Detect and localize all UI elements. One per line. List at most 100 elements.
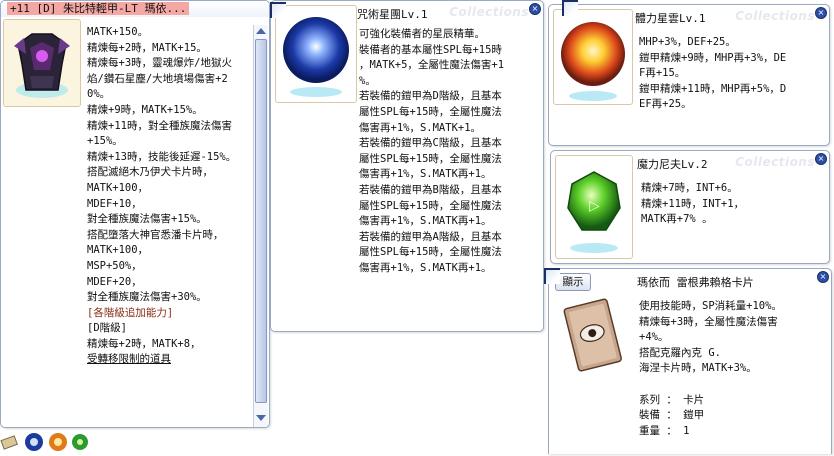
show-button[interactable]: 顯示 bbox=[555, 273, 591, 291]
desc-line: 裝備者的基本屬性SPL每+15時 bbox=[359, 43, 502, 56]
desc-line: 鎧甲精煉+11時，MHP再+5%，D bbox=[639, 82, 787, 95]
svg-text:▷: ▷ bbox=[589, 198, 600, 214]
item-description: MATK+150。 精煉每+2時，MATK+15。 精煉每+3時，靈魂爆炸/地獄… bbox=[87, 25, 253, 368]
desc-line: MATK+150。 bbox=[87, 26, 149, 38]
gem-illustration: ▷ bbox=[555, 155, 633, 259]
desc-line: 傷害再+1%，S.MATK再+1。 bbox=[359, 215, 492, 228]
card-illustration bbox=[557, 293, 629, 379]
scroll-up-arrow[interactable] bbox=[256, 28, 266, 34]
scroll-thumb[interactable] bbox=[255, 39, 267, 403]
window-title: 體力星雲Lv.1 bbox=[635, 12, 706, 25]
desc-line: 精煉+9時，MATK+15%。 bbox=[87, 103, 203, 116]
desc-line: 精煉每+2時，MATK+15。 bbox=[87, 41, 207, 54]
desc-line: 精煉每+3時，靈魂爆炸/地獄火 bbox=[87, 57, 232, 70]
window-title: 咒術星團Lv.1 bbox=[357, 8, 428, 21]
window-corner-tab bbox=[544, 268, 560, 284]
desc-line: 精煉每+3時，全屬性魔法傷害 bbox=[639, 315, 778, 328]
item-description: 使用技能時，SP消耗量+10%。 精煉每+3時，全屬性魔法傷害 +4%。 搭配克… bbox=[639, 299, 825, 439]
armor-illustration bbox=[3, 19, 81, 107]
desc-line: 對全種族魔法傷害+30%。 bbox=[87, 291, 207, 304]
desc-line: 精煉+7時，INT+6。 bbox=[641, 182, 738, 194]
desc-line: MHP+3%，DEF+25。 bbox=[639, 36, 736, 48]
orange-nebula-icon bbox=[561, 22, 625, 101]
item-description: 可強化裝備者的星辰精華。 裝備者的基本屬性SPL每+15時 ，MATK+5，全屬… bbox=[359, 27, 537, 277]
desc-line: 精煉+11時，INT+1， bbox=[641, 197, 745, 210]
window-title-bar[interactable]: 魔力尼夫Lv.2 bbox=[637, 157, 829, 173]
desc-line: 傷害再+1%，S.MATK再+1。 bbox=[359, 261, 492, 274]
item-window-star-cluster: Collections × 咒術星團Lv.1 可強化裝備者的星辰精華。 裝備者的… bbox=[270, 0, 544, 332]
desc-line: 屬性SPL每+15時，全屬性魔法 bbox=[359, 199, 502, 212]
item-equip-slot: 裝備 ： 鎧甲 bbox=[639, 409, 705, 422]
window-title: +11 [D] 朱比特輕甲-LT 瑪依... bbox=[7, 2, 190, 15]
card-icon bbox=[563, 298, 622, 372]
grade-ability-header: [各階級追加能力] bbox=[87, 306, 174, 319]
desc-line: [D階級] bbox=[87, 322, 127, 335]
desc-line: 搭配克羅內克 G. bbox=[639, 346, 721, 359]
desc-line bbox=[639, 377, 825, 393]
card-icon[interactable] bbox=[0, 435, 18, 450]
desc-line: MSP+50%， bbox=[87, 259, 142, 272]
desc-line: 0%。 bbox=[87, 88, 111, 101]
window-title-bar[interactable]: 咒術星團Lv.1 bbox=[357, 7, 543, 23]
item-weight: 重量 ： 1 bbox=[639, 424, 690, 437]
desc-line: MDEF+10， bbox=[87, 197, 142, 210]
window-title-bar[interactable]: +11 [D] 朱比特輕甲-LT 瑪依... bbox=[1, 1, 269, 17]
scrollbar[interactable] bbox=[253, 25, 268, 427]
green-gem-icon: ▷ bbox=[567, 171, 621, 253]
desc-line: 焰/鑽石星塵/大地墳場傷害+2 bbox=[87, 72, 228, 85]
orange-nebula-icon[interactable] bbox=[49, 433, 67, 451]
item-description: MHP+3%，DEF+25。 鎧甲精煉+9時，MHP再+3%，DE F再+15。… bbox=[639, 35, 825, 113]
desc-line: 搭配墮落大神官悉潘卡片時， bbox=[87, 228, 224, 241]
bottom-icons bbox=[0, 433, 88, 451]
green-gem-icon[interactable] bbox=[72, 434, 88, 450]
blue-star-icon bbox=[283, 17, 349, 97]
desc-line: 精煉+11時，對全種族魔法傷害 bbox=[87, 119, 232, 132]
window-title-bar[interactable]: 體力星雲Lv.1 bbox=[635, 11, 829, 27]
desc-line: EF再+25。 bbox=[639, 98, 692, 111]
window-title: 魔力尼夫Lv.2 bbox=[637, 158, 708, 171]
window-corner-tab bbox=[270, 2, 286, 18]
desc-line: %。 bbox=[359, 74, 376, 87]
scroll-down-arrow[interactable] bbox=[256, 415, 266, 421]
desc-line: 屬性SPL每+15時，全屬性魔法 bbox=[359, 152, 502, 165]
desc-line: +15%。 bbox=[87, 135, 123, 148]
blue-star-icon[interactable] bbox=[25, 433, 43, 451]
item-window-magic-nif: Collections × ▷ 魔力尼夫Lv.2 精煉+7時，INT+6。 精煉… bbox=[550, 150, 830, 264]
desc-line: 使用技能時，SP消耗量+10%。 bbox=[639, 300, 782, 312]
desc-line: MATK+100， bbox=[87, 181, 149, 194]
desc-line: 若裝備的鎧甲為B階級，且基本 bbox=[359, 183, 502, 196]
desc-line: MATK+100， bbox=[87, 244, 149, 257]
window-corner-tab bbox=[562, 0, 578, 16]
desc-line: 傷害再+1%，S.MATK+1。 bbox=[359, 121, 482, 134]
window-title-bar[interactable]: 瑪依而 雷根弗賴格卡片 bbox=[637, 275, 831, 291]
desc-line: ，MATK+5，全屬性魔法傷害+1 bbox=[359, 59, 505, 72]
show-button-label: 顯示 bbox=[562, 276, 584, 288]
desc-line: 若裝備的鎧甲為C階級，且基本 bbox=[359, 137, 502, 150]
desc-line: 搭配滅絕木乃伊犬卡片時， bbox=[87, 166, 213, 179]
desc-line: 海涅卡片時，MATK+3%。 bbox=[639, 362, 757, 375]
item-window-body-nebula: Collections × 體力星雲Lv.1 MHP+3%，DEF+25。 鎧甲… bbox=[548, 4, 830, 146]
item-window-card: 顯示 × 瑪依而 雷根弗賴格卡片 使用技能時，SP消耗量+10%。 精煉每+3時… bbox=[548, 268, 832, 454]
desc-line: 精煉每+2時，MATK+8， bbox=[87, 337, 201, 350]
desc-line: 對全種族魔法傷害+15%。 bbox=[87, 213, 207, 226]
desc-line: MATK再+7% 。 bbox=[641, 213, 713, 226]
armor-icon bbox=[4, 20, 80, 106]
desc-line: 若裝備的鎧甲為A階級，且基本 bbox=[359, 230, 502, 243]
desc-line: 精煉+13時，技能後延遲-15%。 bbox=[87, 150, 237, 163]
star-cluster-illustration bbox=[275, 5, 357, 103]
nebula-illustration bbox=[553, 9, 633, 105]
item-category: 系列 ： 卡片 bbox=[639, 393, 705, 406]
desc-line: +4%。 bbox=[639, 331, 669, 344]
window-title: 瑪依而 雷根弗賴格卡片 bbox=[637, 276, 754, 289]
desc-line: 屬性SPL每+15時，全屬性魔法 bbox=[359, 105, 502, 118]
bottom-icon-strip bbox=[0, 428, 268, 453]
desc-line: 可強化裝備者的星辰精華。 bbox=[359, 28, 485, 40]
item-window-armor: +11 [D] 朱比特輕甲-LT 瑪依... MATK+150。 精煉每+2時，… bbox=[0, 0, 270, 428]
desc-line: 屬性SPL每+15時，全屬性魔法 bbox=[359, 246, 502, 259]
desc-line: 傷害再+1%，S.MATK再+1。 bbox=[359, 168, 492, 181]
desc-line: 鎧甲精煉+9時，MHP再+3%，DE bbox=[639, 51, 787, 64]
item-description: 精煉+7時，INT+6。 精煉+11時，INT+1， MATK再+7% 。 bbox=[641, 181, 825, 228]
desc-line: 若裝備的鎧甲為D階級，且基本 bbox=[359, 90, 502, 103]
transfer-restricted-link[interactable]: 受轉移限制的道具 bbox=[87, 352, 253, 368]
desc-line: F再+15。 bbox=[639, 67, 686, 80]
